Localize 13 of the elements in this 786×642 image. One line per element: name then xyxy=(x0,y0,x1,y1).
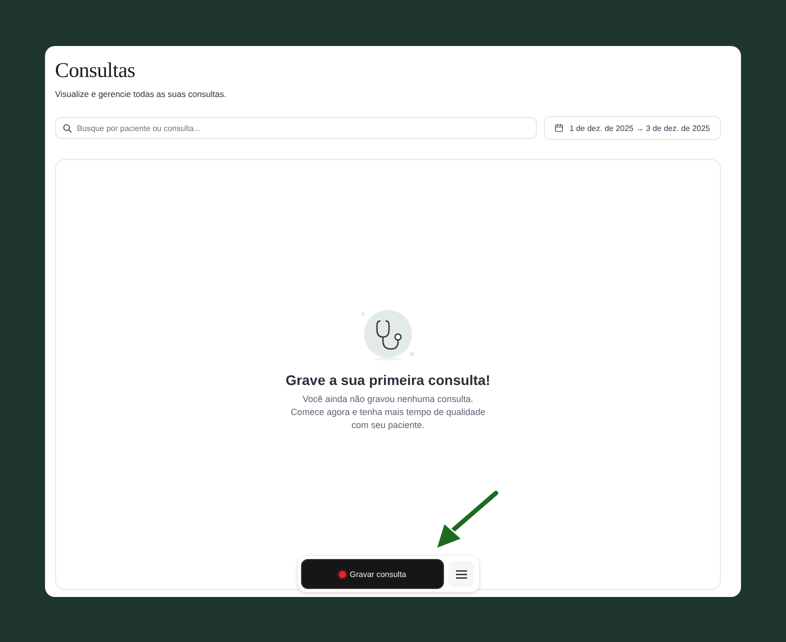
calendar-icon xyxy=(555,124,564,132)
record-dot-icon xyxy=(338,570,346,578)
record-button[interactable]: Gravar consulta xyxy=(301,559,444,589)
search-field[interactable]: Busque por paciente ou consulta... xyxy=(55,117,538,139)
date-range-button[interactable]: 1 de dez. de 2025 → 3 de dez. de 2025 xyxy=(544,116,721,140)
search-icon xyxy=(63,124,72,133)
page-title: Consultas xyxy=(55,58,136,83)
empty-state-description: Você ainda não gravou nenhuma consulta. Comece agora e tenha mais tempo de qualidade com seu paciente. xyxy=(290,392,486,432)
menu-icon xyxy=(456,570,466,578)
stethoscope-icon xyxy=(360,308,416,362)
empty-state-title: Grave a sua primeira consulta! xyxy=(286,372,490,388)
page-subtitle: Visualize e gerencie todas as suas consultas. xyxy=(55,89,228,99)
menu-button[interactable] xyxy=(448,561,474,587)
